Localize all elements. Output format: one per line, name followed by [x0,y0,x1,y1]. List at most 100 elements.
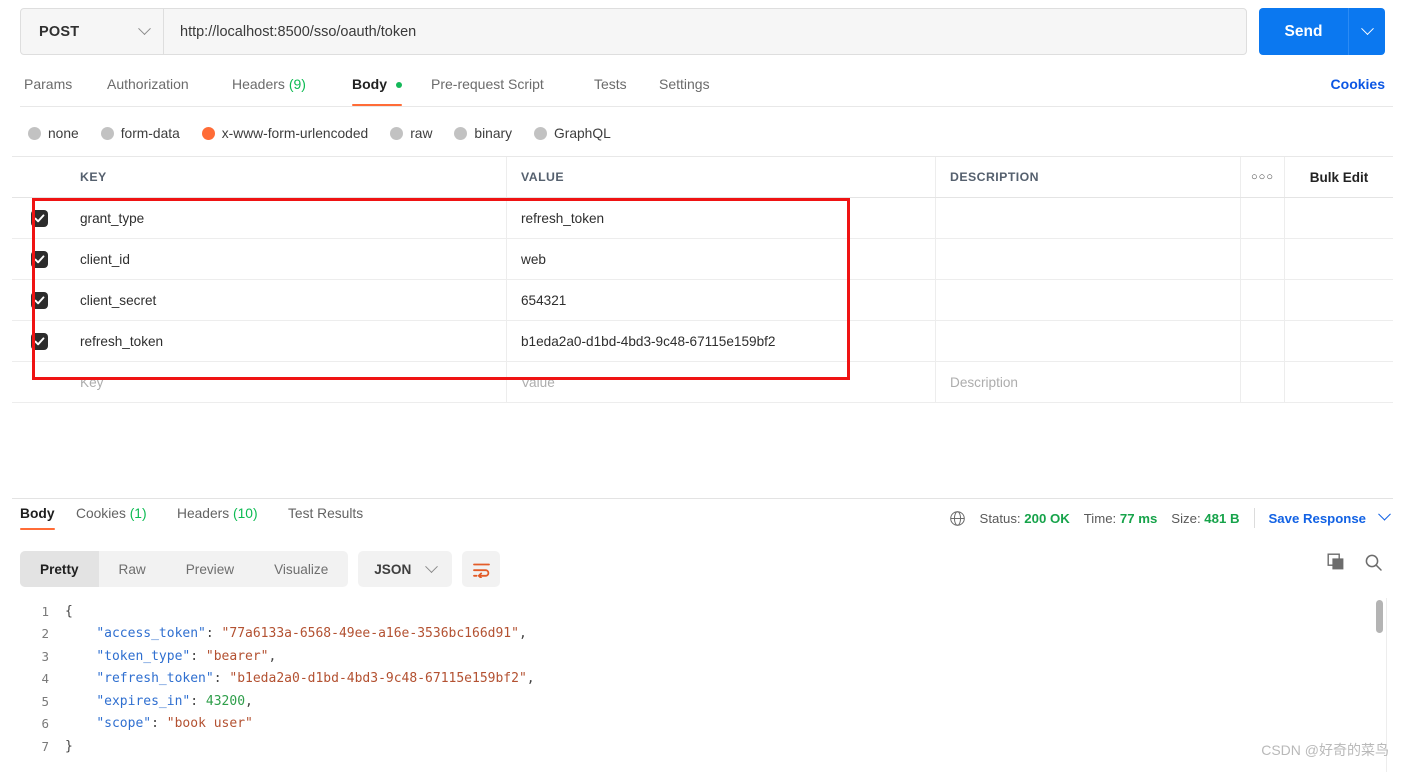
param-value[interactable]: refresh_token [521,211,604,226]
code-line: 4 "refresh_token": "b1eda2a0-d1bd-4bd3-9… [20,668,1375,691]
response-format-dropdown[interactable]: JSON [358,551,453,587]
line-content: { [65,603,73,619]
request-url-bar: POST http://localhost:8500/sso/oauth/tok… [0,0,1405,64]
code-line: 1 { [20,600,1375,623]
response-divider [12,498,1393,499]
radio-label: raw [410,125,433,141]
search-button[interactable] [1364,553,1383,577]
body-type-x-www-form-urlencoded[interactable]: x-www-form-urlencoded [201,126,368,141]
watermark: CSDN @好奇的菜鸟 [1261,742,1389,758]
method-url-group: POST http://localhost:8500/sso/oauth/tok… [20,8,1247,55]
new-value-input[interactable]: Value [521,375,555,390]
view-mode-preview[interactable]: Preview [166,551,254,587]
tab-params[interactable]: Params [24,70,72,106]
body-type-radio-group: none form-data x-www-form-urlencoded raw… [28,120,611,146]
code-line: 5 "expires_in": 43200, [20,690,1375,713]
param-key[interactable]: grant_type [80,211,144,226]
body-type-none[interactable]: none [28,126,79,141]
tab-label: Tests [594,76,627,92]
response-body-code[interactable]: 1 { 2 "access_token": "77a6133a-6568-49e… [20,600,1375,772]
response-tab-headers[interactable]: Headers (10) [177,506,258,521]
tab-tests[interactable]: Tests [594,70,627,106]
status-label: Status: [979,510,1021,526]
row-options-cell [1241,198,1285,238]
row-spacer-cell [1285,198,1393,238]
tab-label: Pre-request Script [431,76,544,92]
row-checkbox[interactable] [30,332,48,350]
status-value: 200 OK [1024,510,1070,526]
response-action-icons [1327,553,1383,577]
code-line: 2 "access_token": "77a6133a-6568-49ee-a1… [20,623,1375,646]
param-key[interactable]: client_id [80,252,130,267]
send-options-caret[interactable] [1349,22,1385,36]
param-value[interactable]: 654321 [521,293,566,308]
search-icon [1365,554,1382,571]
body-type-form-data[interactable]: form-data [100,126,180,141]
cookies-link[interactable]: Cookies [1331,70,1385,98]
table-row[interactable]: grant_type refresh_token [12,198,1393,239]
response-tab-body[interactable]: Body [20,506,55,530]
tab-body[interactable]: Body [352,70,402,106]
scrollbar-thumb[interactable] [1376,600,1383,633]
radio-label: none [48,125,79,141]
param-value[interactable]: web [521,252,546,267]
copy-icon [1327,553,1344,570]
tab-label: Test Results [288,506,364,521]
radio-icon [454,126,468,140]
tab-authorization[interactable]: Authorization [107,70,189,106]
tab-headers[interactable]: Headers (9) [232,70,306,106]
code-line: 6 "scope": "book user" [20,713,1375,736]
radio-icon [28,126,41,140]
size-label: Size: [1171,510,1201,526]
save-response-button[interactable]: Save Response [1269,511,1367,526]
send-button-label: Send [1259,8,1349,55]
table-row[interactable]: client_secret 654321 [12,280,1393,321]
word-wrap-icon [472,563,490,578]
response-tab-test-results[interactable]: Test Results [288,506,363,521]
body-type-binary[interactable]: binary [454,126,512,141]
body-type-graphql[interactable]: GraphQL [534,126,611,141]
new-key-input[interactable]: Key [80,375,103,390]
table-row[interactable]: client_id web [12,239,1393,280]
row-options-cell [1241,239,1285,279]
param-key[interactable]: refresh_token [80,334,163,349]
tab-label: Settings [659,76,710,92]
http-method-label: POST [39,23,80,40]
view-mode-pretty[interactable]: Pretty [20,551,99,587]
bulk-edit-button[interactable]: Bulk Edit [1310,170,1369,185]
row-checkbox[interactable] [30,291,48,309]
send-button[interactable]: Send [1259,8,1385,55]
row-spacer-cell [1285,280,1393,320]
globe-icon [949,510,965,526]
tab-settings[interactable]: Settings [659,70,710,106]
line-content: "refresh_token": "b1eda2a0-d1bd-4bd3-9c4… [96,671,535,687]
table-row[interactable]: refresh_token b1eda2a0-d1bd-4bd3-9c48-67… [12,321,1393,362]
response-status-bar: Status: 200 OK Time: 77 ms Size: 481 B S… [949,507,1391,528]
view-mode-visualize[interactable]: Visualize [254,551,348,587]
word-wrap-button[interactable] [462,551,501,587]
copy-button[interactable] [1327,553,1346,577]
status-group: Status: 200 OK [980,511,1070,526]
response-tab-cookies[interactable]: Cookies (1) [76,506,147,521]
body-type-raw[interactable]: raw [390,126,432,141]
table-options-icon[interactable]: ○○○ [1251,171,1274,183]
new-description-input[interactable]: Description [950,375,1018,390]
table-placeholder-row[interactable]: Key Value Description [12,362,1393,403]
body-modified-dot-icon [395,82,402,89]
row-checkbox[interactable] [30,250,48,268]
http-method-dropdown[interactable]: POST [21,9,164,54]
line-number: 2 [41,626,49,642]
tab-pre-request-script[interactable]: Pre-request Script [431,70,544,106]
view-mode-raw[interactable]: Raw [99,551,166,587]
tab-label: Authorization [107,76,189,92]
radio-icon [390,126,404,140]
chevron-down-icon[interactable] [1378,507,1391,521]
column-header-description: DESCRIPTION [950,170,1039,184]
response-view-toolbar: Pretty Raw Preview Visualize JSON [20,551,501,587]
row-checkbox[interactable] [30,209,48,227]
param-key[interactable]: client_secret [80,293,156,308]
tab-label: Headers [177,506,230,521]
param-value[interactable]: b1eda2a0-d1bd-4bd3-9c48-67115e159bf2 [521,334,775,349]
url-input[interactable]: http://localhost:8500/sso/oauth/token [164,9,1246,54]
code-scrollbar[interactable] [1376,600,1383,750]
